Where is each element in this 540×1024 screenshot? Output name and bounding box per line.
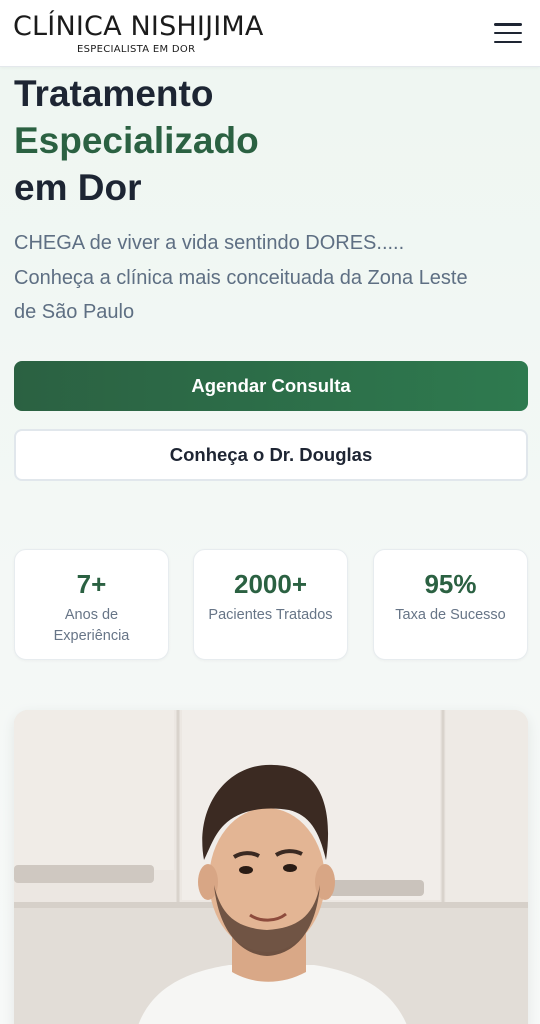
schedule-appointment-button[interactable]: Agendar Consulta	[14, 361, 528, 411]
hero-title: Tratamento Especializado em Dor	[14, 70, 524, 211]
doctor-photo	[14, 710, 528, 1024]
hamburger-menu-icon[interactable]	[494, 21, 522, 45]
hero-title-line3: em Dor	[14, 167, 142, 208]
hero-description-line3: de São Paulo	[14, 301, 135, 323]
hero-title-line1: Tratamento	[14, 73, 214, 114]
stat-label: Pacientes Tratados	[208, 607, 333, 623]
hero-description-line2: Conheça a clínica mais conceituada da Zo…	[14, 266, 468, 289]
logo-tagline: ESPECIALISTA EM DOR	[77, 44, 196, 55]
stat-value: 2000+	[233, 569, 308, 599]
stat-value: 95%	[424, 569, 477, 599]
menu-bar-middle	[494, 31, 522, 35]
menu-bar-top	[494, 23, 522, 26]
stat-card-success-rate: 95% Taxa de Sucesso	[373, 549, 528, 660]
stat-label: Taxa de Sucesso	[395, 607, 506, 623]
site-header: CLÍNICA NISHIJIMA ESPECIALISTA EM DOR	[0, 0, 540, 67]
hero-description-line1: CHEGA de viver a vida sentindo DORES....…	[14, 232, 405, 254]
clinic-logo[interactable]: CLÍNICA NISHIJIMA ESPECIALISTA EM DOR	[13, 10, 263, 58]
hero-title-highlight: Especializado	[14, 120, 259, 161]
menu-bar-bottom	[494, 40, 522, 43]
doctor-portrait-illustration	[14, 710, 528, 1024]
stat-label: Anos de Experiência	[53, 607, 130, 644]
stat-card-experience: 7+ Anos de Experiência	[14, 549, 169, 660]
stat-card-patients: 2000+ Pacientes Tratados	[193, 549, 348, 660]
hero-description: CHEGA de viver a vida sentindo DORES....…	[14, 226, 526, 330]
logo-wordmark: CLÍNICA NISHIJIMA	[13, 11, 264, 42]
stat-value: 7+	[76, 569, 107, 599]
meet-doctor-button[interactable]: Conheça o Dr. Douglas	[14, 429, 528, 481]
